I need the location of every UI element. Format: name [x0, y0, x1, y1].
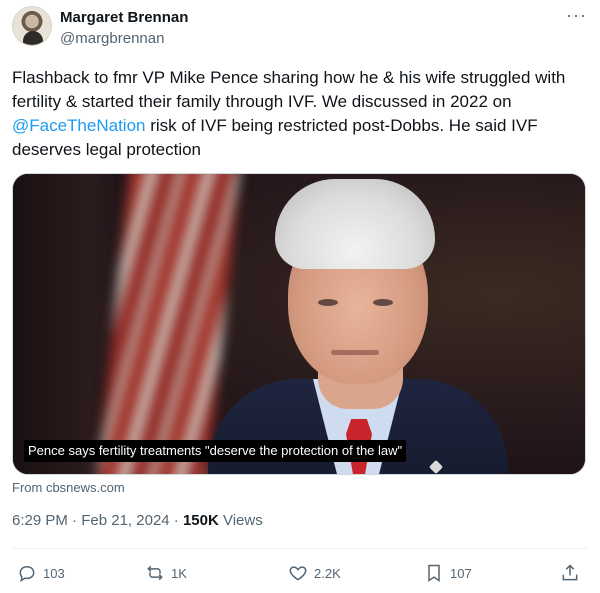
person-eye-right [373, 299, 393, 306]
share-icon [562, 564, 578, 581]
author-name[interactable]: Margaret Brennan [60, 9, 188, 26]
divider [12, 548, 588, 549]
bookmark-icon [428, 564, 440, 582]
repost-button[interactable]: 1K [145, 560, 187, 586]
reply-button[interactable]: 103 [17, 560, 65, 586]
meta-separator-1: · [67, 512, 82, 529]
person-mouth [331, 350, 379, 355]
like-button[interactable]: 2.2K [288, 560, 341, 586]
media-card[interactable] [12, 173, 586, 475]
meta-separator-2: · [169, 512, 183, 529]
author-handle[interactable]: @margbrennan [60, 30, 164, 47]
heart-icon [289, 566, 307, 581]
media-caption: Pence says fertility treatments "deserve… [24, 440, 407, 462]
action-bar: 103 1K 2.2K 107 [0, 560, 600, 586]
views-count: 150K [182, 512, 219, 529]
person-eye-left [318, 299, 338, 306]
tweet-time[interactable]: 6:29 PM [12, 512, 68, 529]
tweet: Margaret Brennan @margbrennan ··· Flashb… [0, 0, 600, 593]
more-icon[interactable]: ··· [566, 6, 586, 27]
mention-link[interactable]: @FaceTheNation [12, 116, 146, 135]
reply-count: 103 [43, 565, 65, 581]
avatar[interactable] [12, 6, 52, 46]
media-source[interactable]: From cbsnews.com [12, 480, 125, 495]
repost-icon [147, 565, 163, 581]
reply-icon [19, 565, 35, 583]
tweet-meta: 6:29 PM · Feb 21, 2024 · 150K Views [12, 512, 263, 529]
bookmark-count: 107 [450, 565, 472, 581]
share-button[interactable] [560, 560, 586, 586]
person-hair [275, 179, 435, 269]
like-count: 2.2K [314, 565, 341, 581]
bookmark-button[interactable]: 107 [424, 560, 472, 586]
tweet-date[interactable]: Feb 21, 2024 [81, 512, 169, 529]
views-label: Views [218, 512, 263, 529]
tweet-text: Flashback to fmr VP Mike Pence sharing h… [12, 66, 590, 162]
repost-count: 1K [171, 565, 187, 581]
tweet-text-part1: Flashback to fmr VP Mike Pence sharing h… [12, 68, 566, 111]
